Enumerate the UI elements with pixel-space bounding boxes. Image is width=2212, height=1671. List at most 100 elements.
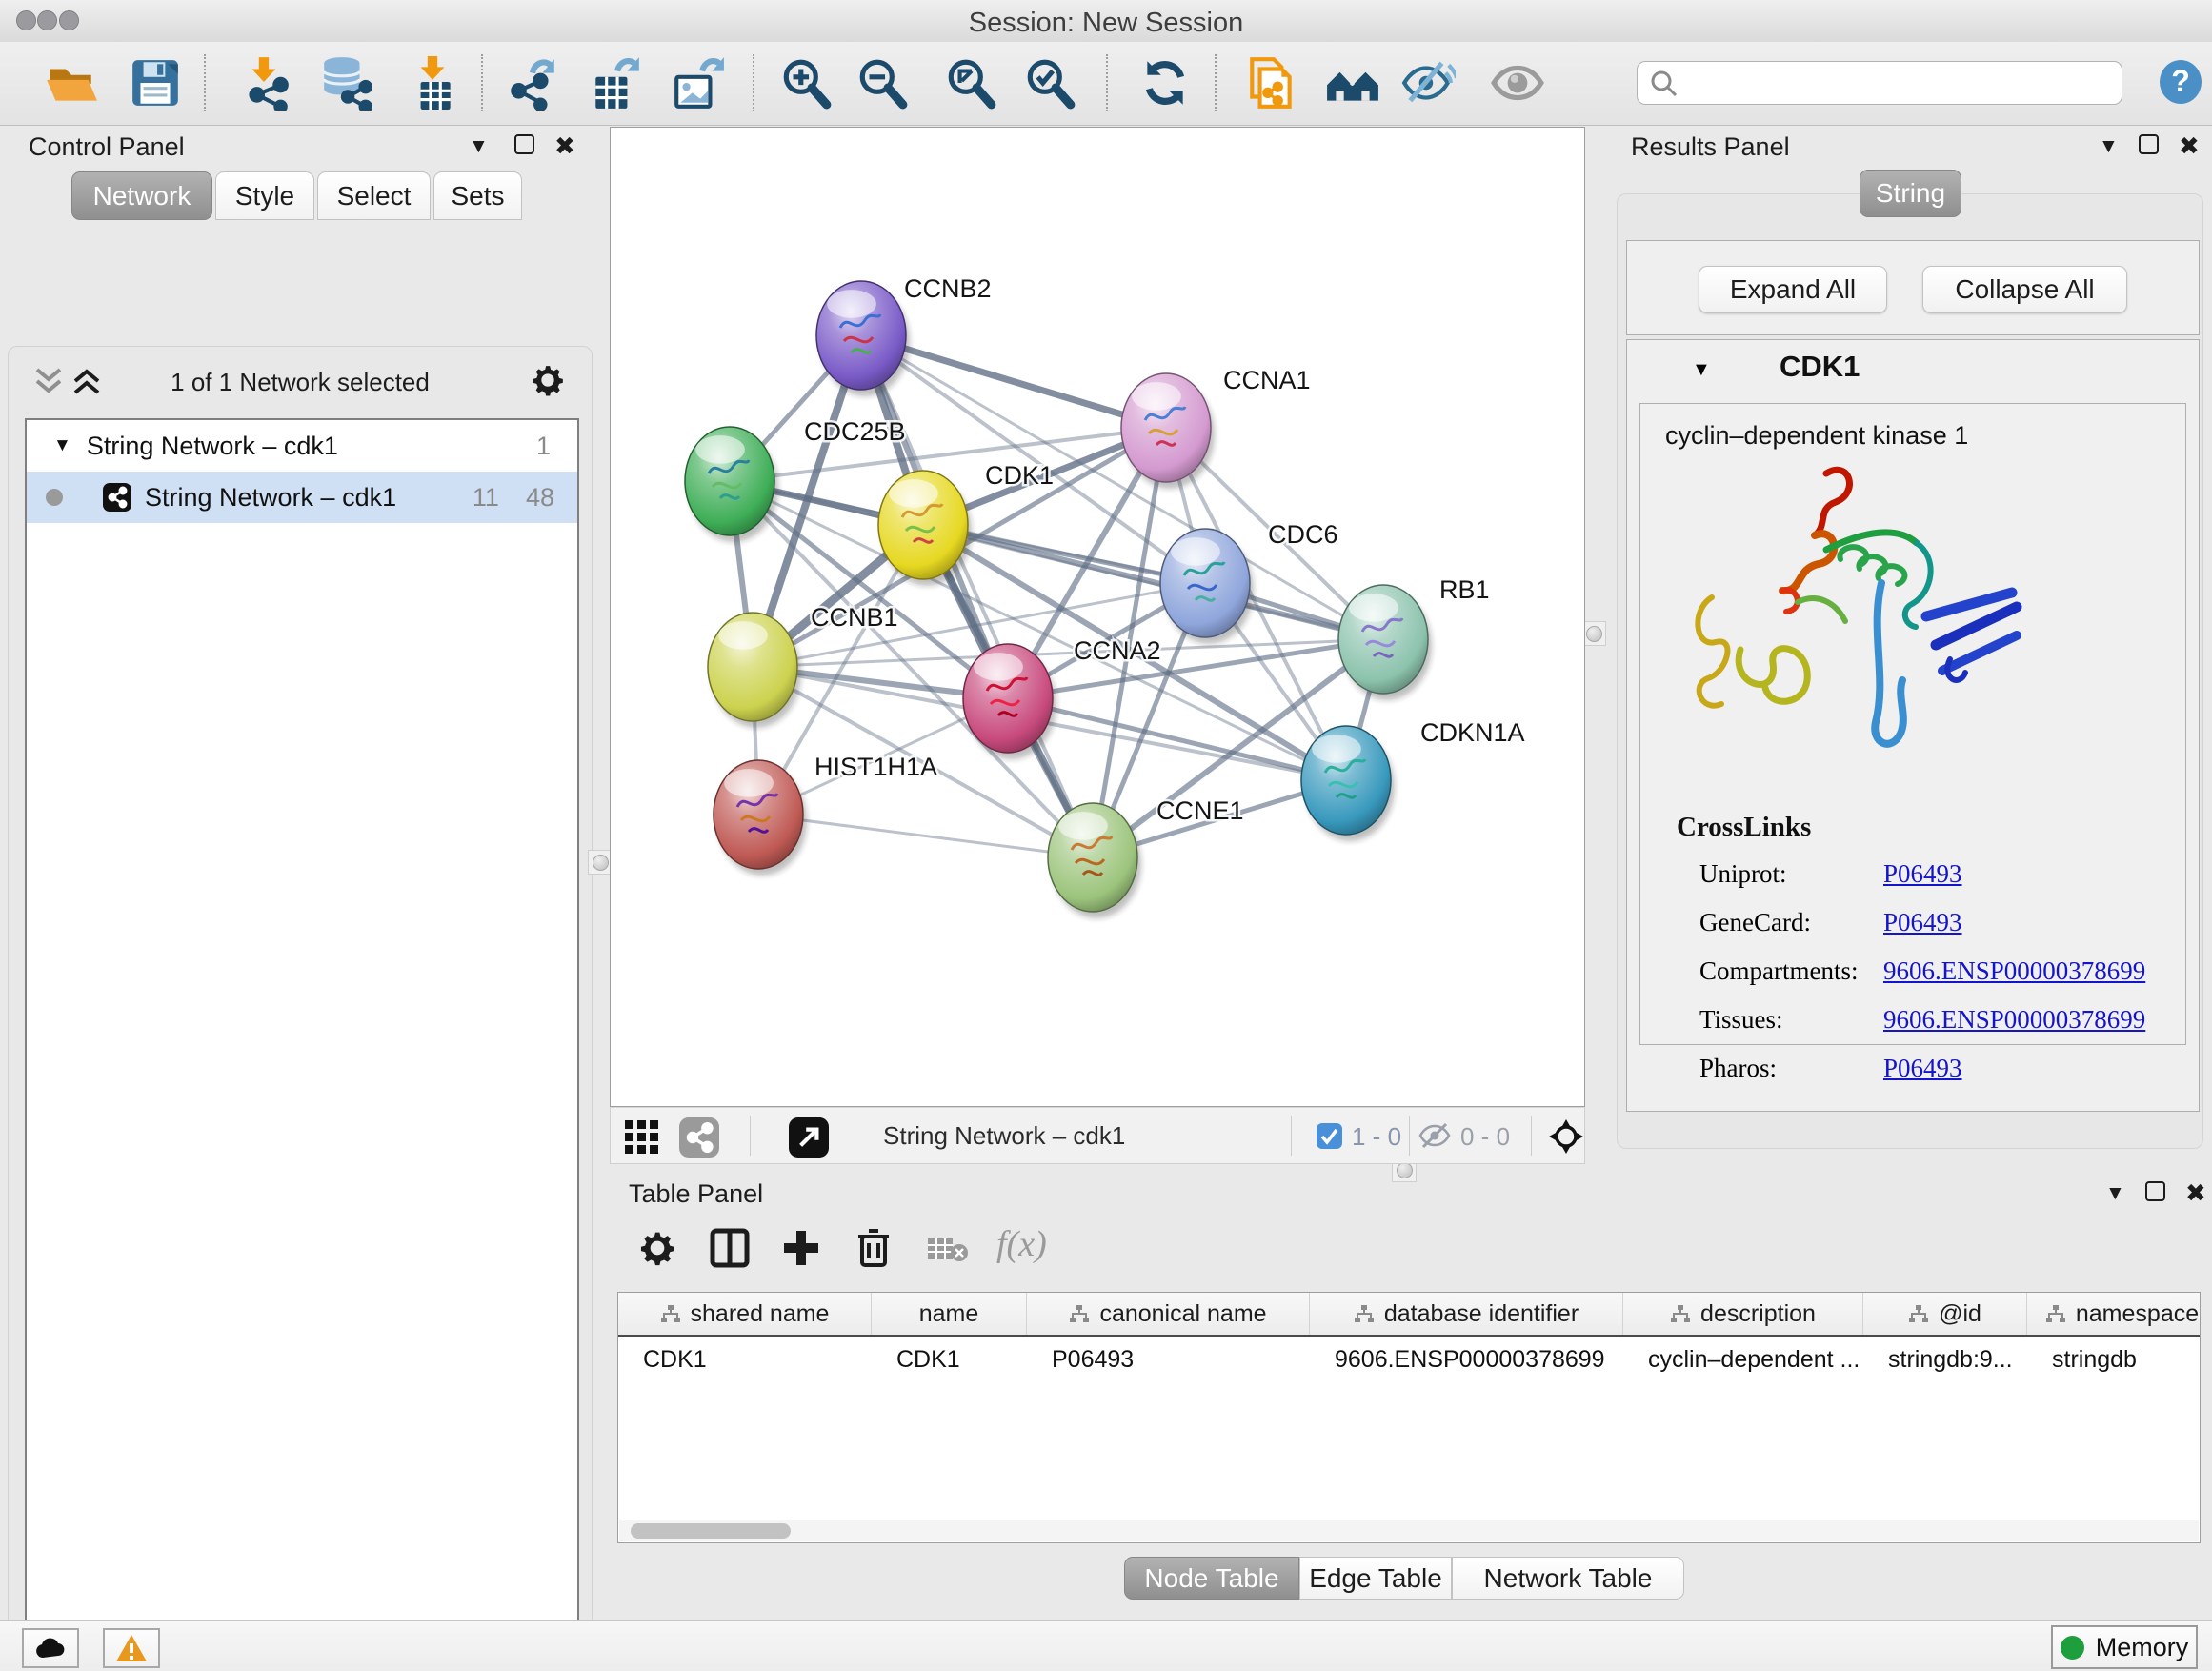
import-table-icon[interactable] (405, 55, 460, 111)
show-grid-icon[interactable] (624, 1119, 660, 1156)
control-panel-float-icon[interactable] (514, 134, 534, 154)
toolbar-separator (1215, 54, 1217, 111)
hidden-eye-icon[interactable] (1418, 1121, 1451, 1150)
network-canvas[interactable]: CCNB2CCNA1CDC25BCDK1CDC6RB1CCNB1CCNA2CDK… (610, 127, 1585, 1107)
expand-all-button[interactable]: Expand All (1699, 266, 1887, 313)
column-header-shared-name[interactable]: shared name (618, 1293, 872, 1335)
column-header-namespace[interactable]: namespace (2027, 1293, 2201, 1335)
crosslink-value-link[interactable]: P06493 (1883, 908, 1962, 937)
tab-network-table[interactable]: Network Table (1452, 1557, 1684, 1600)
delete-column-icon[interactable] (853, 1227, 895, 1269)
crosslink-value-link[interactable]: P06493 (1883, 1054, 1962, 1083)
show-columns-icon[interactable] (709, 1227, 751, 1269)
network-node-RB1[interactable] (1338, 585, 1432, 700)
network-node-CCNB2[interactable] (816, 281, 910, 396)
open-view-icon[interactable] (789, 1117, 829, 1158)
show-hidden-icon[interactable] (1490, 55, 1545, 111)
network-node-CCNA2[interactable] (963, 644, 1056, 759)
toolbar-separator (204, 54, 206, 111)
table-panel-close-icon[interactable]: ✖ (2185, 1180, 2206, 1205)
column-type-icon (1670, 1304, 1691, 1323)
table-cell[interactable]: cyclin–dependent ... (1623, 1346, 1863, 1374)
results-panel-collapse-icon[interactable]: ▼ (2099, 136, 2119, 156)
network-node-CDKN1A[interactable] (1301, 726, 1395, 841)
node-table: shared namenamecanonical namedatabase id… (617, 1292, 2201, 1543)
crosslink-value-link[interactable]: 9606.ENSP00000378699 (1883, 956, 2145, 986)
crosslink-value-link[interactable]: 9606.ENSP00000378699 (1883, 1005, 2145, 1035)
first-neighbors-icon[interactable] (1325, 55, 1380, 111)
table-cell[interactable]: stringdb:9... (1863, 1346, 2027, 1374)
memory-button[interactable]: Memory (2051, 1625, 2198, 1669)
collection-expander-icon[interactable]: ▼ (53, 435, 71, 456)
footer-separator (1291, 1116, 1292, 1156)
results-panel-close-icon[interactable]: ✖ (2179, 133, 2200, 158)
table-cell[interactable]: CDK1 (618, 1346, 872, 1374)
refresh-icon[interactable] (1137, 55, 1193, 111)
network-node-HIST1H1A[interactable] (714, 760, 807, 876)
control-panel-close-icon[interactable]: ✖ (554, 133, 575, 158)
export-table-icon[interactable] (588, 55, 643, 111)
scrollbar-thumb[interactable] (631, 1523, 791, 1539)
zoom-selected-icon[interactable] (1023, 55, 1078, 111)
tab-sets[interactable]: Sets (433, 171, 522, 220)
control-panel-collapse-icon[interactable]: ▼ (469, 136, 489, 156)
open-session-icon[interactable] (44, 55, 99, 111)
table-panel-collapse-icon[interactable]: ▼ (2105, 1183, 2125, 1203)
collapse-all-button[interactable]: Collapse All (1922, 266, 2127, 313)
network-node-CDK1[interactable] (878, 471, 972, 586)
network-collection-row[interactable]: ▼ String Network – cdk1 1 (27, 420, 577, 472)
tab-style[interactable]: Style (215, 171, 314, 220)
zoom-in-icon[interactable] (779, 55, 835, 111)
tab-edge-table[interactable]: Edge Table (1299, 1557, 1452, 1600)
network-node-CDC6[interactable] (1160, 529, 1254, 644)
column-header-canonical-name[interactable]: canonical name (1027, 1293, 1310, 1335)
column-header-name[interactable]: name (872, 1293, 1027, 1335)
zoom-fit-icon[interactable] (944, 55, 999, 111)
search-input[interactable] (1687, 64, 2110, 100)
import-network-icon[interactable] (237, 55, 292, 111)
table-panel-float-icon[interactable] (2145, 1181, 2165, 1201)
export-network-icon[interactable] (505, 55, 560, 111)
add-column-icon[interactable] (780, 1227, 822, 1269)
cloud-button[interactable] (22, 1628, 79, 1668)
column-header--id[interactable]: @id (1863, 1293, 2027, 1335)
network-options-gear-icon[interactable] (529, 361, 567, 399)
delete-table-icon[interactable] (927, 1235, 969, 1263)
tab-node-table[interactable]: Node Table (1124, 1557, 1299, 1600)
tab-network[interactable]: Network (71, 171, 212, 220)
crosslink-value-link[interactable]: P06493 (1883, 859, 1962, 889)
network-badge-icon[interactable] (679, 1117, 719, 1158)
network-node-CCNB1[interactable] (708, 613, 801, 728)
network-node-CCNE1[interactable] (1048, 803, 1141, 918)
save-session-icon[interactable] (128, 55, 183, 111)
selected-checkbox-icon[interactable] (1317, 1123, 1342, 1149)
export-image-icon[interactable] (671, 55, 726, 111)
table-cell[interactable]: P06493 (1027, 1346, 1310, 1374)
table-cell[interactable]: CDK1 (872, 1346, 1027, 1374)
zoom-out-icon[interactable] (855, 55, 911, 111)
table-row[interactable]: CDK1CDK1P064939606.ENSP00000378699cyclin… (618, 1337, 2200, 1382)
clone-network-icon[interactable] (1244, 55, 1299, 111)
search-field[interactable] (1637, 61, 2122, 105)
help-button[interactable]: ? (2158, 59, 2203, 105)
results-panel-float-icon[interactable] (2139, 134, 2159, 154)
birds-eye-view-icon[interactable] (1548, 1118, 1584, 1155)
node-label: CCNA2 (1074, 636, 1161, 665)
tab-string[interactable]: String (1860, 170, 1961, 217)
warnings-button[interactable] (103, 1628, 160, 1668)
network-node-CCNA1[interactable] (1121, 373, 1215, 489)
table-horizontal-scrollbar[interactable] (619, 1520, 2199, 1541)
tab-select[interactable]: Select (317, 171, 431, 220)
column-header-database-identifier[interactable]: database identifier (1310, 1293, 1623, 1335)
network-edge[interactable] (758, 815, 1093, 857)
hide-selected-icon[interactable] (1400, 55, 1456, 111)
import-network-from-database-icon[interactable] (318, 55, 373, 111)
table-cell[interactable]: stringdb (2027, 1346, 2201, 1374)
table-options-gear-icon[interactable] (636, 1227, 678, 1269)
cdk1-section-expander-icon[interactable]: ▼ (1692, 359, 1711, 381)
function-builder-icon[interactable]: f(x) (996, 1223, 1047, 1265)
network-row[interactable]: String Network – cdk1 11 48 (27, 472, 577, 523)
column-header-description[interactable]: description (1623, 1293, 1863, 1335)
table-cell[interactable]: 9606.ENSP00000378699 (1310, 1346, 1623, 1374)
network-selection-summary: 1 of 1 Network selected (9, 368, 592, 397)
